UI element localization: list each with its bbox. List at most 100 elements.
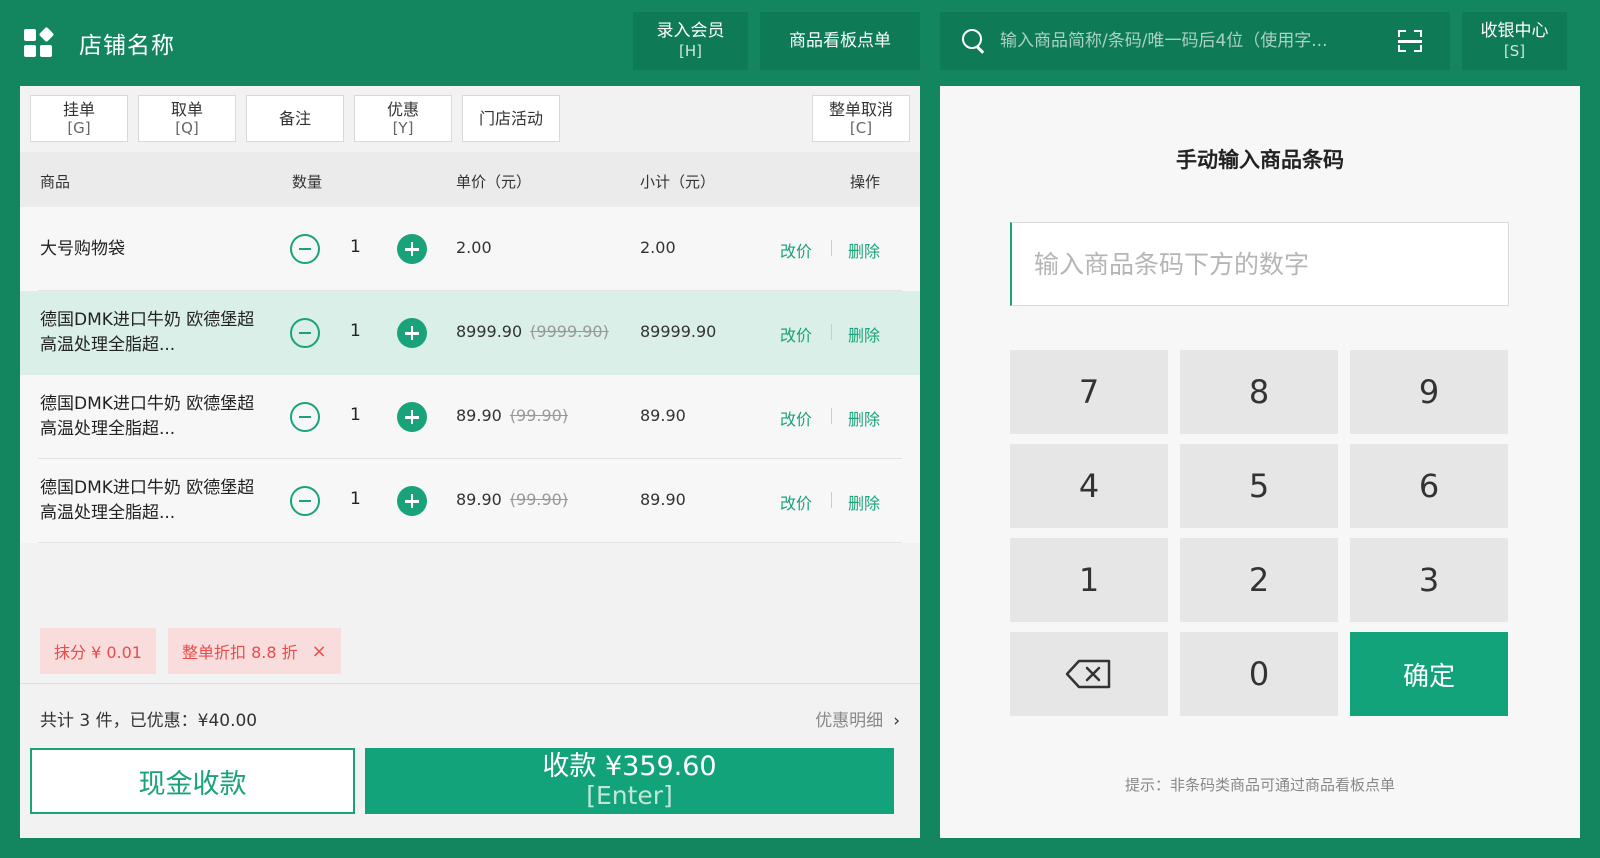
- discount-shortcut: [Y]: [392, 118, 414, 137]
- cashier-center-button[interactable]: 收银中心 [S]: [1462, 12, 1567, 70]
- enter-member-button[interactable]: 录入会员 [H]: [633, 12, 748, 70]
- grid-logo-icon: [24, 26, 55, 59]
- chevron-right-icon: ›: [893, 711, 900, 731]
- discount-detail-label: 优惠明细: [815, 711, 884, 731]
- decrease-qty-icon[interactable]: [290, 234, 320, 264]
- delete-item-link[interactable]: 删除: [848, 406, 880, 430]
- edit-price-link[interactable]: 改价: [780, 238, 812, 262]
- keypad-key-0[interactable]: 0: [1180, 632, 1338, 716]
- keypad-key-9[interactable]: 9: [1350, 350, 1508, 434]
- item-qty: 1: [350, 237, 361, 257]
- keypad-key-4[interactable]: 4: [1010, 444, 1168, 528]
- close-icon[interactable]: ×: [312, 641, 327, 662]
- note-button[interactable]: 备注: [246, 95, 344, 142]
- rounding-tag: 抹分 ¥ 0.01: [40, 628, 156, 674]
- order-item-list: 大号购物袋 1 2.00 2.00 改价 删除 德国DMK进口牛奶 欧德堡超高温…: [20, 207, 920, 543]
- store-name: 店铺名称: [79, 33, 175, 59]
- unit-price-value: 2.00: [456, 238, 492, 257]
- enter-member-shortcut: [H]: [679, 42, 702, 60]
- decrease-qty-icon[interactable]: [290, 486, 320, 516]
- retrieve-order-label: 取单: [170, 99, 203, 119]
- store-activity-button[interactable]: 门店活动: [462, 95, 560, 142]
- order-summary: 共计 3 件，已优惠：¥40.00: [40, 711, 258, 731]
- checkout-amount: 收款 ¥359.60: [542, 751, 717, 782]
- cashier-center-shortcut: [S]: [1503, 42, 1526, 60]
- applied-discount-tags: 抹分 ¥ 0.01 整单折扣 8.8 折 ×: [40, 628, 341, 674]
- keypad-key-2[interactable]: 2: [1180, 538, 1338, 622]
- unit-price-value: 89.90: [456, 406, 502, 425]
- keypad-key-1[interactable]: 1: [1010, 538, 1168, 622]
- top-bar: 店铺名称 录入会员 [H] 商品看板点单 收银中心 [S]: [0, 0, 1600, 85]
- backspace-button[interactable]: [1010, 632, 1168, 716]
- cancel-order-label: 整单取消: [828, 99, 893, 119]
- backspace-icon: [1065, 659, 1111, 689]
- increase-qty-icon[interactable]: [397, 234, 427, 264]
- item-qty: 1: [350, 405, 361, 425]
- keypad-key-7[interactable]: 7: [1010, 350, 1168, 434]
- keypad-title: 手动输入商品条码: [1176, 148, 1344, 172]
- increase-qty-icon[interactable]: [397, 402, 427, 432]
- product-name: 德国DMK进口牛奶 欧德堡超高温处理全脂超...: [40, 478, 255, 523]
- checkout-button[interactable]: 收款 ¥359.60 [Enter]: [365, 748, 894, 814]
- edit-price-link[interactable]: 改价: [780, 406, 812, 430]
- delete-item-link[interactable]: 删除: [848, 490, 880, 514]
- table-row[interactable]: 德国DMK进口牛奶 欧德堡超高温处理全脂超... 1 8999.90 (9999.…: [20, 291, 920, 375]
- cash-payment-label: 现金收款: [138, 768, 247, 800]
- keypad-key-8[interactable]: 8: [1180, 350, 1338, 434]
- edit-price-link[interactable]: 改价: [780, 322, 812, 346]
- cancel-order-shortcut: [C]: [849, 118, 873, 137]
- original-price: (9999.90): [530, 322, 609, 341]
- action-divider: [831, 492, 832, 508]
- item-subtotal: 89.90: [640, 490, 686, 509]
- edit-price-link[interactable]: 改价: [780, 490, 812, 514]
- original-price: (99.90): [509, 490, 569, 509]
- decrease-qty-icon[interactable]: [290, 318, 320, 348]
- item-qty: 1: [350, 321, 361, 341]
- summary-divider: [20, 683, 920, 684]
- product-board-button[interactable]: 商品看板点单: [760, 12, 920, 70]
- table-header: 商品 数量 单价（元） 小计（元） 操作: [20, 152, 920, 207]
- header-actions: 操作: [850, 173, 881, 191]
- order-toolbar: 挂单 [G] 取单 [Q] 备注 优惠 [Y] 门店活动 整单取消 [C]: [20, 86, 920, 152]
- retrieve-order-button[interactable]: 取单 [Q]: [138, 95, 236, 142]
- hold-order-button[interactable]: 挂单 [G]: [30, 95, 128, 142]
- keypad-key-6[interactable]: 6: [1350, 444, 1508, 528]
- delete-item-link[interactable]: 删除: [848, 322, 880, 346]
- increase-qty-icon[interactable]: [397, 318, 427, 348]
- keypad-key-5[interactable]: 5: [1180, 444, 1338, 528]
- keypad-key-3[interactable]: 3: [1350, 538, 1508, 622]
- action-divider: [831, 240, 832, 256]
- order-discount-label: 整单折扣 8.8 折: [181, 643, 298, 662]
- keypad-hint: 提示：非条码类商品可通过商品看板点单: [1124, 776, 1395, 794]
- product-name: 大号购物袋: [40, 238, 125, 259]
- scan-icon[interactable]: [1398, 30, 1422, 52]
- increase-qty-icon[interactable]: [397, 486, 427, 516]
- barcode-input[interactable]: [1010, 222, 1509, 306]
- action-divider: [831, 324, 832, 340]
- item-subtotal: 89.90: [640, 406, 686, 425]
- delete-item-link[interactable]: 删除: [848, 238, 880, 262]
- table-row[interactable]: 大号购物袋 1 2.00 2.00 改价 删除: [20, 207, 920, 291]
- order-panel: 挂单 [G] 取单 [Q] 备注 优惠 [Y] 门店活动 整单取消 [C] 商品…: [20, 86, 920, 838]
- table-row[interactable]: 德国DMK进口牛奶 欧德堡超高温处理全脂超... 1 89.90 (99.90) …: [20, 459, 920, 543]
- discount-button[interactable]: 优惠 [Y]: [354, 95, 452, 142]
- cash-payment-button[interactable]: 现金收款: [30, 748, 355, 814]
- confirm-button[interactable]: 确定: [1350, 632, 1508, 716]
- header-product: 商品: [40, 173, 71, 191]
- cancel-order-button[interactable]: 整单取消 [C]: [812, 95, 910, 142]
- product-search-input[interactable]: [1000, 26, 1390, 56]
- discount-detail-link[interactable]: 优惠明细 ›: [815, 706, 900, 731]
- decrease-qty-icon[interactable]: [290, 402, 320, 432]
- product-board-label: 商品看板点单: [789, 31, 891, 51]
- discount-label: 优惠: [386, 99, 419, 119]
- row-divider: [38, 542, 902, 543]
- unit-price-value: 89.90: [456, 490, 502, 509]
- product-search-box: [940, 12, 1450, 70]
- barcode-keypad-panel: 手动输入商品条码 7 8 9 4 5 6 1 2 3 0 确定 提示：非条码类商…: [940, 86, 1580, 838]
- table-row[interactable]: 德国DMK进口牛奶 欧德堡超高温处理全脂超... 1 89.90 (99.90) …: [20, 375, 920, 459]
- search-icon: [962, 29, 986, 53]
- enter-member-label: 录入会员: [656, 21, 725, 41]
- rounding-tag-label: 抹分 ¥ 0.01: [54, 643, 142, 662]
- original-price: (99.90): [509, 406, 569, 425]
- product-name: 德国DMK进口牛奶 欧德堡超高温处理全脂超...: [40, 310, 255, 355]
